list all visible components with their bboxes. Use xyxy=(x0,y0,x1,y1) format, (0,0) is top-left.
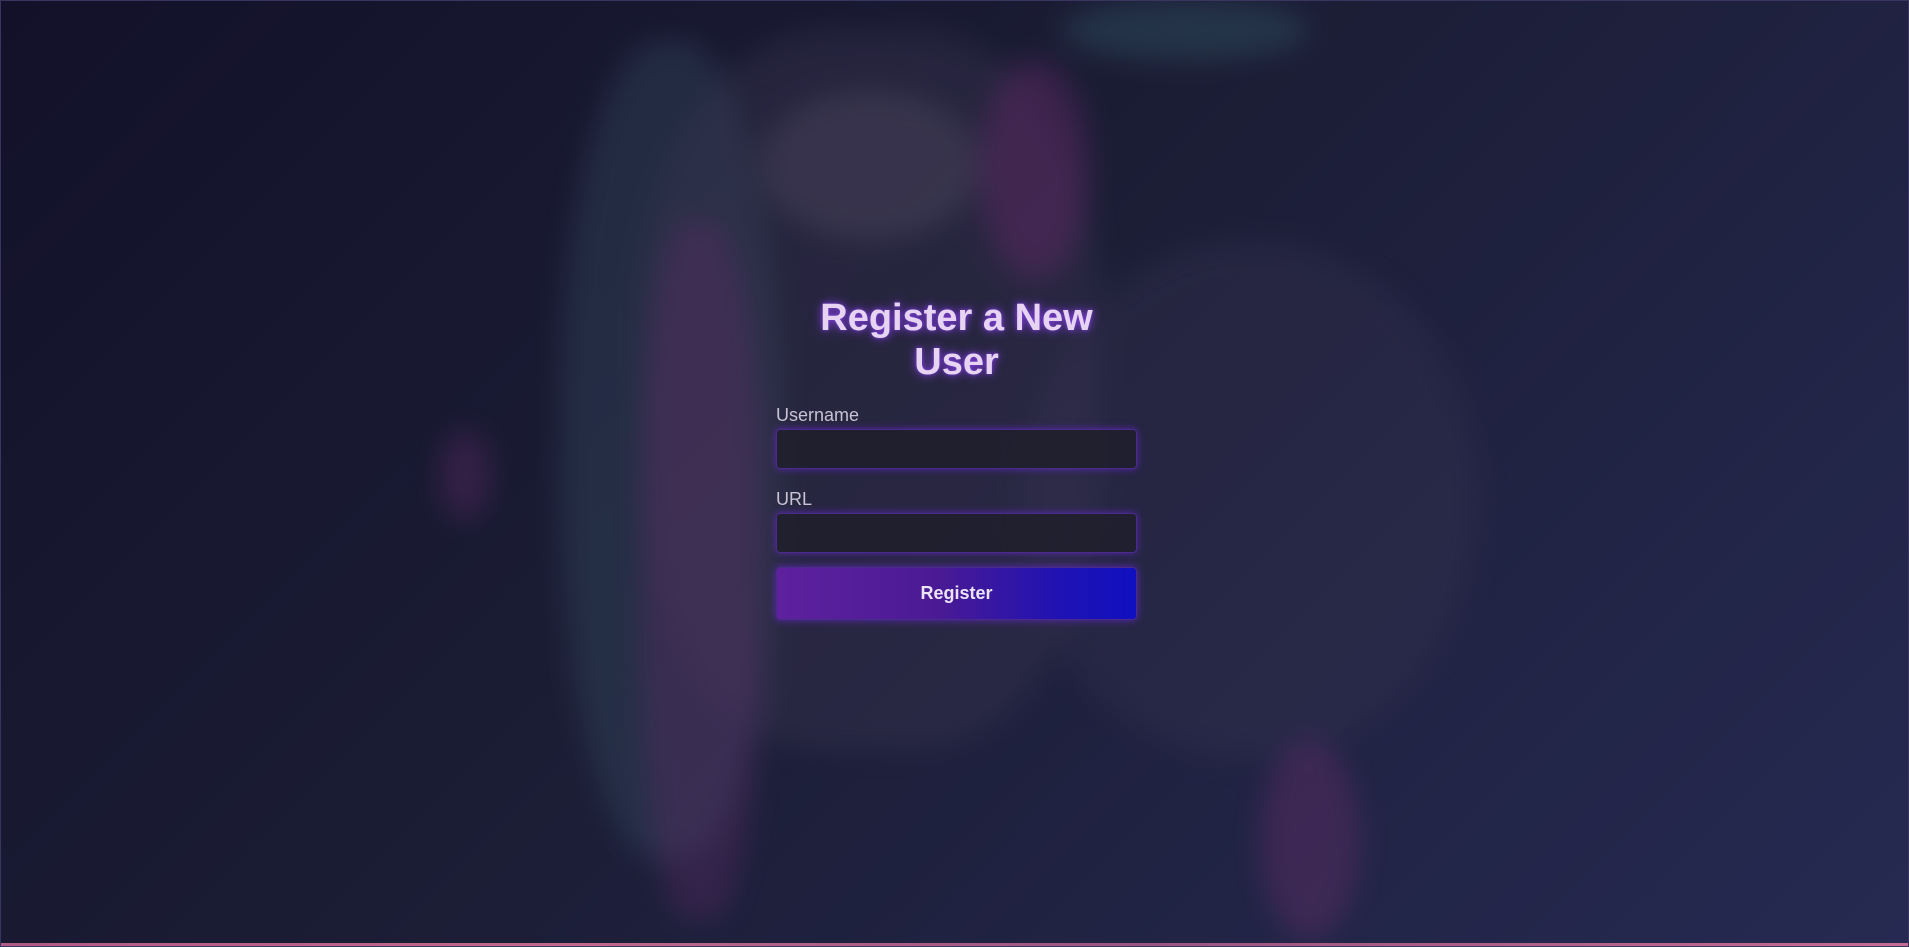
username-field-group: Username xyxy=(776,405,1137,469)
register-button[interactable]: Register xyxy=(776,567,1137,620)
username-label: Username xyxy=(776,405,860,425)
page-viewport: Register a New User Username URL Registe… xyxy=(0,0,1909,947)
url-field-group: URL xyxy=(776,489,1137,553)
page-title: Register a New User xyxy=(820,297,1093,383)
url-input[interactable] xyxy=(776,513,1137,553)
bottom-accent-strip xyxy=(0,943,1909,947)
username-input[interactable] xyxy=(776,429,1137,469)
register-form-card: Register a New User Username URL Registe… xyxy=(776,296,1137,620)
url-label: URL xyxy=(776,489,813,509)
